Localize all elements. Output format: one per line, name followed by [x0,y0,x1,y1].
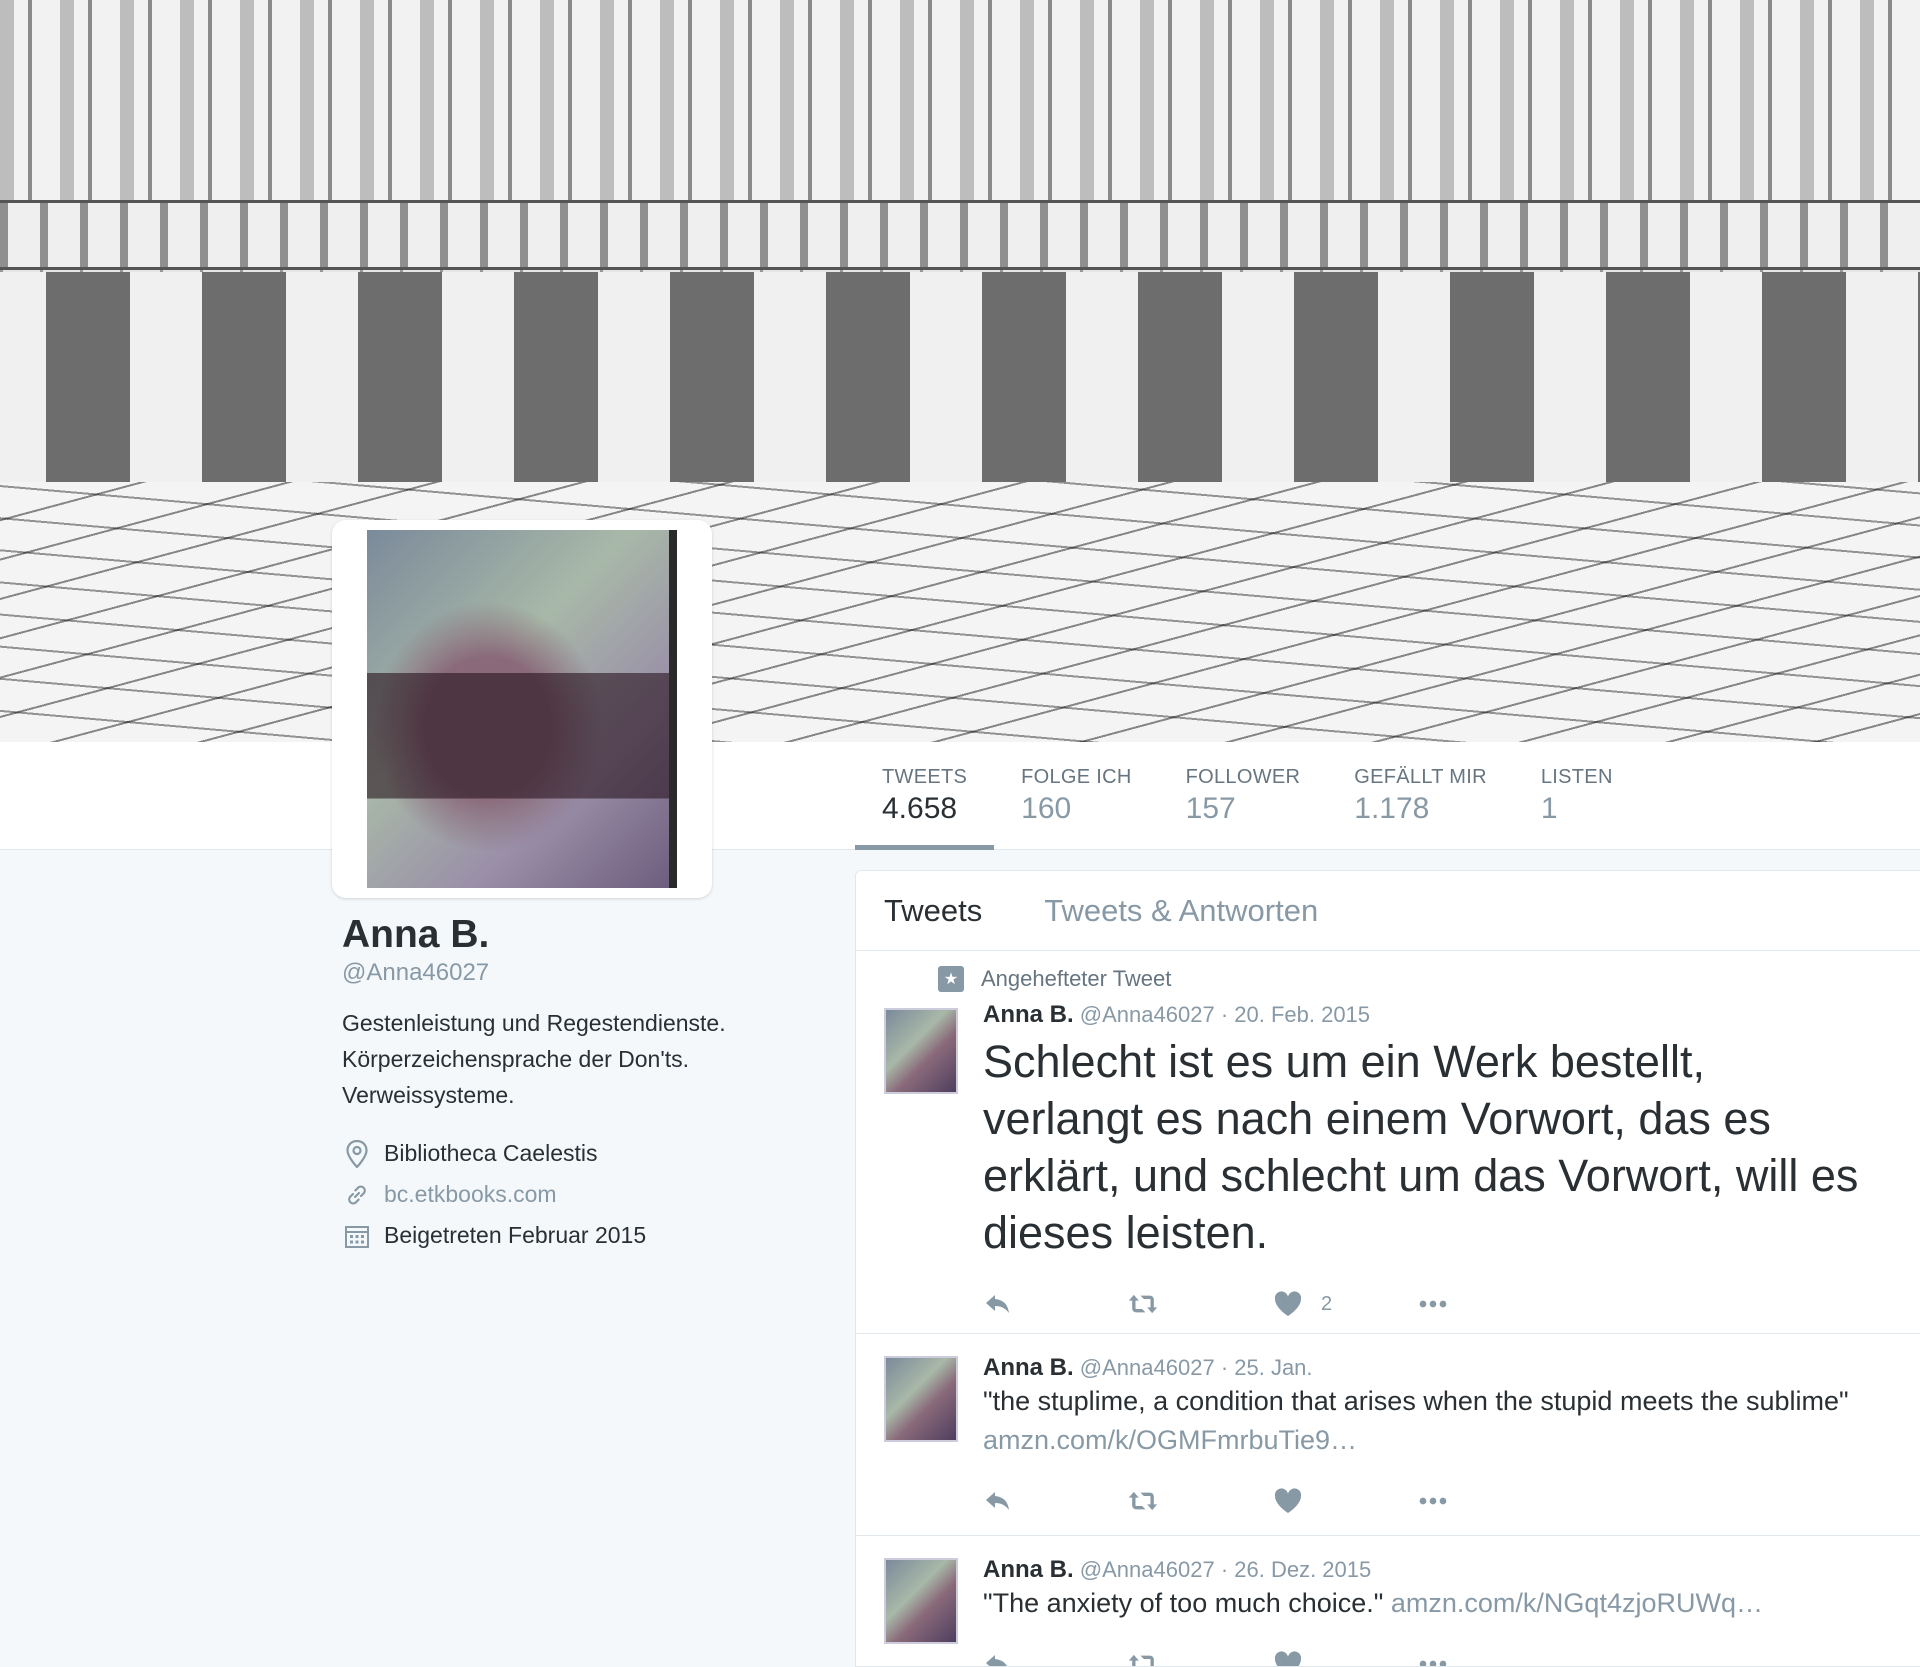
tweet-date[interactable]: · 26. Dez. 2015 [1221,1557,1371,1582]
reply-icon [986,1492,1009,1510]
pinned-label-text: Angehefteter Tweet [981,966,1172,991]
profile-avatar[interactable] [332,520,712,898]
stat-followers[interactable]: FOLLOWER 157 [1159,742,1328,850]
tweet-author-handle[interactable]: @Anna46027 [1080,1557,1215,1582]
avatar-photo [367,530,677,888]
retweet-button[interactable] [1128,1486,1273,1516]
calendar-icon [342,1221,372,1251]
stat-value: 157 [1185,792,1236,825]
stat-value: 4.658 [882,792,958,825]
like-count: 2 [1321,1292,1333,1315]
tweet-date[interactable]: · 20. Feb. 2015 [1221,1002,1370,1027]
like-button[interactable] [1273,1649,1418,1666]
reply-icon [986,1655,1007,1666]
tweet-date[interactable]: · 25. Jan. [1221,1355,1313,1380]
tweet[interactable]: Anna B. @Anna46027 · 25. Jan. "the stupl… [856,1334,1920,1536]
stat-label: FOLGE ICH [1021,766,1132,788]
location-text: Bibliotheca Caelestis [384,1140,598,1166]
tweet-text-body: "the stuplime, a condition that arises w… [983,1386,1849,1416]
tab-tweets-and-replies[interactable]: Tweets & Antworten [1044,893,1318,929]
tweet-text-body: "The anxiety of too much choice." [983,1588,1384,1618]
tweet-header: Anna B. @Anna46027 · 26. Dez. 2015 [983,1556,1920,1584]
more-icon [1419,1497,1447,1505]
stat-value: 1.178 [1354,792,1430,825]
reply-icon [986,1295,1009,1313]
retweet-icon [1128,1491,1158,1511]
heart-icon [1274,1488,1302,1513]
banner-frieze [0,200,1920,270]
stat-label: TWEETS [882,766,968,788]
tweet-text: "The anxiety of too much choice." amzn.c… [983,1584,1920,1623]
stat-value: 1 [1540,792,1558,825]
profile-joined: Beigetreten Februar 2015 [342,1215,812,1256]
stat-tweets[interactable]: TWEETS 4.658 [855,742,995,850]
profile-name[interactable]: Anna B. [342,913,812,957]
website-link[interactable]: bc.etkbooks.com [384,1181,557,1208]
profile-header-banner [0,0,1920,742]
retweet-button[interactable] [1128,1289,1273,1319]
banner-facade-upper [0,0,1920,200]
tweet-author-handle[interactable]: @Anna46027 [1080,1355,1215,1380]
more-button[interactable] [1418,1486,1563,1516]
tweet-author-name[interactable]: Anna B. [983,1354,1074,1381]
retweet-icon [1128,1654,1154,1666]
link-icon [342,1180,372,1210]
reply-button[interactable] [983,1649,1128,1666]
profile-location: Bibliotheca Caelestis [342,1133,812,1174]
more-button[interactable] [1418,1649,1563,1666]
tab-tweets[interactable]: Tweets [884,893,982,929]
reply-button[interactable] [983,1486,1128,1516]
stat-following[interactable]: FOLGE ICH 160 [994,742,1159,850]
more-button[interactable] [1418,1289,1563,1319]
tweet-header: Anna B. @Anna46027 · 25. Jan. [983,1354,1920,1382]
profile-website: bc.etkbooks.com [342,1174,812,1215]
tweet-link[interactable]: amzn.com/k/NGqt4zjoRUWq… [1391,1588,1763,1618]
banner-pavement [0,482,1920,742]
stat-lists[interactable]: LISTEN 1 [1514,742,1640,850]
tweet-actions [983,1466,1920,1536]
heart-icon [1274,1291,1302,1316]
profile-sidebar: Anna B. @Anna46027 Gestenleistung und Re… [342,913,812,1256]
tweet-author-name[interactable]: Anna B. [983,1556,1074,1583]
banner-arcade [0,272,1920,482]
profile-nav-bar: TWEETS 4.658 FOLGE ICH 160 FOLLOWER 157 … [0,742,1920,850]
stat-label: FOLLOWER [1185,766,1301,788]
location-pin-icon [342,1139,372,1169]
tweet[interactable]: Anna B. @Anna46027 · 26. Dez. 2015 "The … [856,1536,1920,1666]
tweet-text: Schlecht ist es um ein Werk bestellt, ve… [983,1036,1859,1258]
timeline-tabs: Tweets Tweets & Antworten [856,871,1920,951]
tweet-header: Anna B. @Anna46027 · 20. Feb. 2015 [983,1001,1920,1029]
profile-bio: Gestenleistung und Regestendienste. Körp… [342,1010,726,1108]
more-icon [1419,1660,1447,1666]
reply-button[interactable] [983,1289,1128,1319]
tweet-author-name[interactable]: Anna B. [983,1001,1074,1028]
pin-icon: ★ [938,966,964,992]
tweet-avatar[interactable] [884,1356,958,1442]
pinned-tweet-label: ★ Angehefteter Tweet [938,951,1920,1001]
retweet-button[interactable] [1128,1649,1273,1666]
stat-likes[interactable]: GEFÄLLT MIR 1.178 [1327,742,1514,850]
tweet-link[interactable]: amzn.com/k/OGMFmrbuTie9… [983,1425,1357,1455]
tweet-text: "the stuplime, a condition that arises w… [983,1382,1920,1460]
stat-label: GEFÄLLT MIR [1354,766,1487,788]
like-button[interactable] [1273,1486,1418,1516]
tweet-author-handle[interactable]: @Anna46027 [1080,1002,1215,1027]
joined-text: Beigetreten Februar 2015 [384,1222,647,1248]
tweet-actions [983,1629,1920,1666]
tweet-actions: 2 [983,1269,1920,1339]
like-button[interactable]: 2 [1273,1289,1418,1319]
more-icon [1419,1300,1447,1308]
pinned-tweet[interactable]: ★ Angehefteter Tweet Anna B. @Anna46027 … [856,951,1920,1334]
profile-meta: Bibliotheca Caelestis bc.etkbooks.com Be… [342,1133,812,1256]
stat-label: LISTEN [1540,766,1613,788]
profile-stats: TWEETS 4.658 FOLGE ICH 160 FOLLOWER 157 … [855,742,1640,850]
tweet-avatar[interactable] [884,1558,958,1644]
heart-icon [1274,1651,1302,1666]
retweet-icon [1128,1294,1158,1314]
profile-handle[interactable]: @Anna46027 [342,959,812,987]
tweet-avatar[interactable] [884,1008,958,1094]
tweet-timeline: Tweets Tweets & Antworten ★ Angehefteter… [855,870,1920,1667]
stat-value: 160 [1021,792,1072,825]
